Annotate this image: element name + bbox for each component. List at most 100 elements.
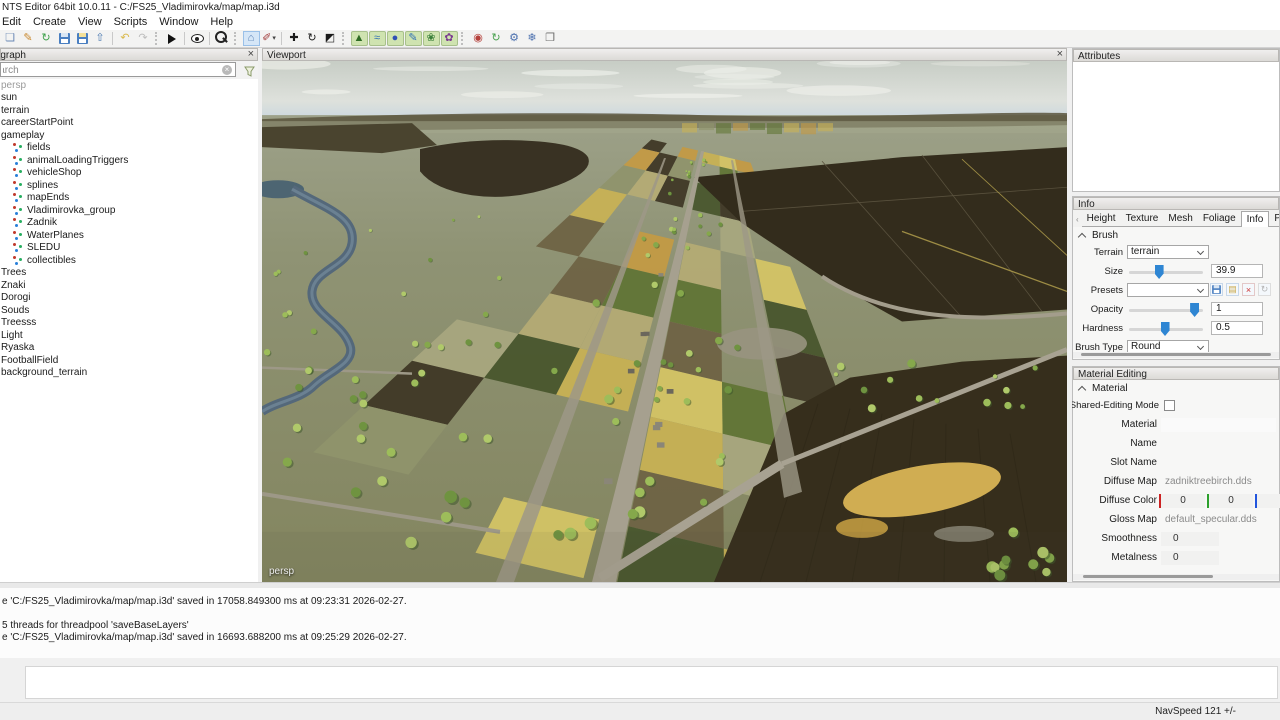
clear-search-icon[interactable]: × xyxy=(222,65,232,75)
close-icon[interactable]: × xyxy=(248,48,254,61)
close-icon[interactable]: × xyxy=(1057,48,1063,61)
undo-icon[interactable]: ↶ xyxy=(117,31,134,46)
script-file-icon[interactable]: ❐ xyxy=(542,31,559,46)
tab-texture[interactable]: Texture xyxy=(1121,211,1164,227)
scenegraph-node-Light[interactable]: Light xyxy=(0,329,258,342)
menu-item-help[interactable]: Help xyxy=(204,15,239,30)
scenegraph-node-persp[interactable]: persp xyxy=(0,79,258,92)
scenegraph-node-background_terrain[interactable]: background_terrain xyxy=(0,367,258,380)
name-field[interactable] xyxy=(1161,437,1276,451)
scenegraph-node-animalLoadingTriggers[interactable]: animalLoadingTriggers xyxy=(0,154,258,167)
scenegraph-node-Treesss[interactable]: Treesss xyxy=(0,317,258,330)
size-value-input[interactable]: 39.9 xyxy=(1211,264,1263,278)
play-icon[interactable] xyxy=(164,31,181,46)
brush-section-header[interactable]: Brush xyxy=(1073,229,1279,243)
terrain-paint-icon[interactable]: ✎ xyxy=(405,31,422,46)
redo-icon[interactable]: ↷ xyxy=(135,31,152,46)
material-section-header[interactable]: Material xyxy=(1073,382,1279,396)
scenegraph-node-WaterPlanes[interactable]: WaterPlanes xyxy=(0,229,258,242)
info-hscrollbar[interactable] xyxy=(1073,352,1279,358)
tab-height[interactable]: Height xyxy=(1082,211,1121,227)
scenegraph-node-Vladimirovka_group[interactable]: Vladimirovka_group xyxy=(0,204,258,217)
scenegraph-node-gameplay[interactable]: gameplay xyxy=(0,129,258,142)
terrain-flatten-icon[interactable]: ● xyxy=(387,31,404,46)
scenegraph-node-vehicleShop[interactable]: vehicleShop xyxy=(0,167,258,180)
terrain-info-icon[interactable]: ✿ xyxy=(441,31,458,46)
tab-info[interactable]: Info xyxy=(1241,211,1270,227)
foliage-paint-icon[interactable]: ❀ xyxy=(423,31,440,46)
reload-preset-icon[interactable]: ↻ xyxy=(1258,283,1271,296)
new-preset-icon[interactable]: ▤ xyxy=(1226,283,1239,296)
rotate-icon[interactable]: ↻ xyxy=(304,31,321,46)
tab-procedural[interactable]: Procedural xyxy=(1269,211,1279,227)
frame-selection-icon[interactable]: ⌂ xyxy=(243,31,260,46)
opacity-slider[interactable] xyxy=(1129,309,1203,312)
zoom-magnifier-icon[interactable] xyxy=(214,31,231,46)
edit-file-icon[interactable]: ✎ xyxy=(20,31,37,46)
reload-icon[interactable]: ↻ xyxy=(38,31,55,46)
terrain-dropdown[interactable]: terrain xyxy=(1127,245,1209,259)
save-as-icon[interactable] xyxy=(74,31,91,46)
shared-editing-checkbox[interactable] xyxy=(1164,400,1175,411)
scenegraph-node-collectibles[interactable]: collectibles xyxy=(0,254,258,267)
scenegraph-node-sun[interactable]: sun xyxy=(0,92,258,105)
terrain-smooth-icon[interactable]: ≈ xyxy=(369,31,386,46)
hardness-slider[interactable] xyxy=(1129,328,1203,331)
presets-dropdown[interactable] xyxy=(1127,283,1209,297)
size-slider[interactable] xyxy=(1129,271,1203,274)
opacity-slider-thumb[interactable] xyxy=(1190,303,1199,317)
navigation-ball-icon[interactable]: ◉ xyxy=(470,31,487,46)
hardness-value-input[interactable]: 0.5 xyxy=(1211,321,1263,335)
tab-scroll-left-icon[interactable]: ‹ xyxy=(1073,215,1082,227)
scale-icon[interactable]: ◩ xyxy=(322,31,339,46)
scenegraph-node-FootballField[interactable]: FootballField xyxy=(0,354,258,367)
diffuse-map-field[interactable]: zadniktreebirch.dds xyxy=(1161,475,1276,489)
scenegraph-node-Zadnik[interactable]: Zadnik xyxy=(0,217,258,230)
size-slider-thumb[interactable] xyxy=(1155,265,1164,279)
menu-item-scripts[interactable]: Scripts xyxy=(108,15,154,30)
scenegraph-node-fields[interactable]: fields xyxy=(0,142,258,155)
scenegraph-node-Souds[interactable]: Souds xyxy=(0,304,258,317)
tab-foliage[interactable]: Foliage xyxy=(1198,211,1241,227)
local-world-axis-icon[interactable]: ✐▾ xyxy=(261,31,278,46)
visibility-eye-icon[interactable] xyxy=(189,31,206,46)
snowflake-icon[interactable]: ❄ xyxy=(524,31,541,46)
gloss-map-field[interactable]: default_specular.dds xyxy=(1161,513,1276,527)
delete-preset-icon[interactable]: × xyxy=(1242,283,1255,296)
hardness-slider-thumb[interactable] xyxy=(1161,322,1170,336)
terrain-sculpt-icon[interactable]: ▲ xyxy=(351,31,368,46)
scenegraph-node-terrain[interactable]: terrain xyxy=(0,104,258,117)
save-preset-icon[interactable] xyxy=(1210,283,1223,296)
search-input[interactable] xyxy=(1,63,220,78)
menu-item-create[interactable]: Create xyxy=(27,15,72,30)
scenegraph-node-Znaki[interactable]: Znaki xyxy=(0,279,258,292)
tab-mesh[interactable]: Mesh xyxy=(1163,211,1197,227)
metalness-input[interactable]: 0 xyxy=(1161,551,1219,565)
material-hscrollbar[interactable] xyxy=(1073,574,1279,580)
save-icon[interactable] xyxy=(56,31,73,46)
diffuse-color-g-input[interactable]: 0 xyxy=(1207,494,1253,508)
refresh-scene-icon[interactable]: ↻ xyxy=(488,31,505,46)
scenegraph-node-Dorogi[interactable]: Dorogi xyxy=(0,292,258,305)
settings-gear-icon[interactable]: ⚙ xyxy=(506,31,523,46)
opacity-value-input[interactable]: 1 xyxy=(1211,302,1263,316)
diffuse-color-b-input[interactable] xyxy=(1255,494,1280,508)
diffuse-color-r-input[interactable]: 0 xyxy=(1159,494,1205,508)
menu-item-view[interactable]: View xyxy=(72,15,108,30)
scenegraph-node-splines[interactable]: splines xyxy=(0,179,258,192)
scenegraph-node-careerStartPoint[interactable]: careerStartPoint xyxy=(0,117,258,130)
menu-item-window[interactable]: Window xyxy=(153,15,204,30)
menu-item-edit[interactable]: Edit xyxy=(0,15,27,30)
new-file-icon[interactable]: ❏ xyxy=(2,31,19,46)
scenegraph-node-Trees[interactable]: Trees xyxy=(0,267,258,280)
viewport-3d-scene[interactable]: persp xyxy=(262,61,1067,582)
scenegraph-node-mapEnds[interactable]: mapEnds xyxy=(0,192,258,205)
import-icon[interactable]: ⇧ xyxy=(92,31,109,46)
scenegraph-node-Ryaska[interactable]: Ryaska xyxy=(0,342,258,355)
material-field[interactable] xyxy=(1161,418,1276,432)
translate-icon[interactable]: ✚ xyxy=(286,31,303,46)
slot-name-field[interactable] xyxy=(1161,456,1276,470)
scenegraph-node-SLEDU[interactable]: SLEDU xyxy=(0,242,258,255)
script-console-input[interactable] xyxy=(25,666,1278,699)
smoothness-input[interactable]: 0 xyxy=(1161,532,1219,546)
